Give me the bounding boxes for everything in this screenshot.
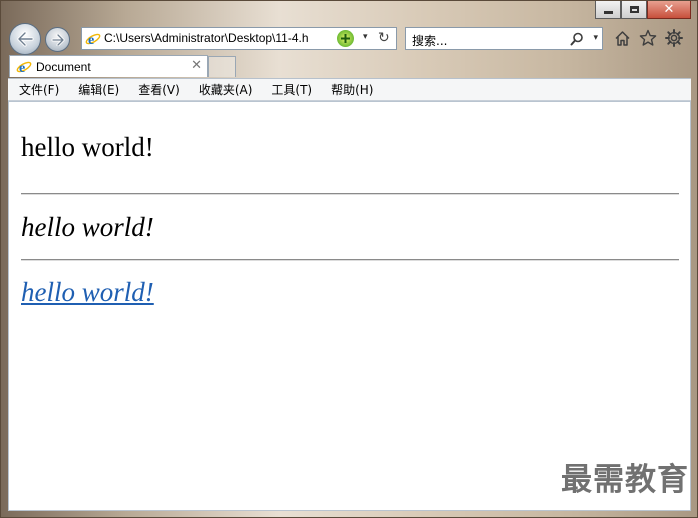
home-icon[interactable] bbox=[613, 29, 631, 47]
favorites-star-icon[interactable] bbox=[639, 29, 657, 47]
menu-favorites[interactable]: 收藏夹(A) bbox=[188, 81, 261, 98]
ie-browser-window: ✕ e C:\Users\Administrator\Desktop\11-4.… bbox=[0, 0, 698, 518]
ie-tab-icon: e bbox=[16, 59, 32, 79]
horizontal-rule bbox=[21, 259, 679, 261]
menu-view[interactable]: 查看(V) bbox=[127, 81, 188, 98]
italic-text: hello world! bbox=[21, 212, 154, 242]
compatibility-view-icon[interactable] bbox=[337, 30, 354, 47]
tab-strip: e Document ✕ bbox=[9, 55, 691, 77]
address-dropdown-icon[interactable]: ▾ bbox=[363, 32, 368, 42]
hyperlink[interactable]: hello world! bbox=[21, 277, 154, 308]
window-caption-buttons: ✕ bbox=[595, 1, 691, 20]
forward-button[interactable] bbox=[45, 27, 70, 52]
svg-text:e: e bbox=[19, 61, 25, 75]
navigation-bar: e C:\Users\Administrator\Desktop\11-4.h … bbox=[9, 23, 691, 55]
new-tab-button[interactable] bbox=[208, 56, 236, 77]
search-input[interactable]: 搜索... bbox=[412, 32, 447, 49]
minimize-icon bbox=[603, 11, 613, 14]
tab-document[interactable]: e Document ✕ bbox=[9, 55, 208, 77]
search-box[interactable]: 搜索... ▾ bbox=[405, 27, 603, 50]
plain-text: hello world! bbox=[21, 132, 154, 162]
menu-help[interactable]: 帮助(H) bbox=[320, 81, 381, 98]
ie-page-icon: e bbox=[85, 31, 101, 51]
tab-title: Document bbox=[36, 60, 91, 74]
gear-icon[interactable] bbox=[665, 29, 683, 47]
search-dropdown-icon[interactable]: ▾ bbox=[593, 33, 598, 43]
maximize-icon bbox=[629, 6, 639, 13]
toolbar-icons bbox=[613, 29, 683, 47]
address-input[interactable]: C:\Users\Administrator\Desktop\11-4.h bbox=[104, 31, 334, 45]
close-icon: ✕ bbox=[663, 2, 675, 17]
page-content: hello world! hello world! hello world! bbox=[8, 101, 691, 511]
menu-bar: 文件(F) 编辑(E) 查看(V) 收藏夹(A) 工具(T) 帮助(H) bbox=[8, 78, 691, 101]
menu-edit[interactable]: 编辑(E) bbox=[67, 81, 127, 98]
watermark: 最需教育 bbox=[561, 462, 689, 498]
tab-close-icon[interactable]: ✕ bbox=[191, 58, 202, 73]
maximize-button[interactable] bbox=[621, 1, 647, 19]
refresh-icon[interactable]: ↻ bbox=[378, 30, 390, 46]
back-button[interactable] bbox=[9, 23, 41, 55]
close-window-button[interactable]: ✕ bbox=[647, 1, 691, 19]
svg-text:e: e bbox=[88, 33, 94, 47]
arrow-right-icon bbox=[51, 33, 64, 46]
menu-tools[interactable]: 工具(T) bbox=[260, 81, 320, 98]
search-icon[interactable] bbox=[570, 31, 584, 50]
minimize-button[interactable] bbox=[595, 1, 621, 19]
address-bar[interactable]: e C:\Users\Administrator\Desktop\11-4.h … bbox=[81, 27, 397, 50]
arrow-left-icon bbox=[17, 31, 34, 47]
horizontal-rule bbox=[21, 193, 679, 195]
menu-file[interactable]: 文件(F) bbox=[8, 81, 67, 98]
